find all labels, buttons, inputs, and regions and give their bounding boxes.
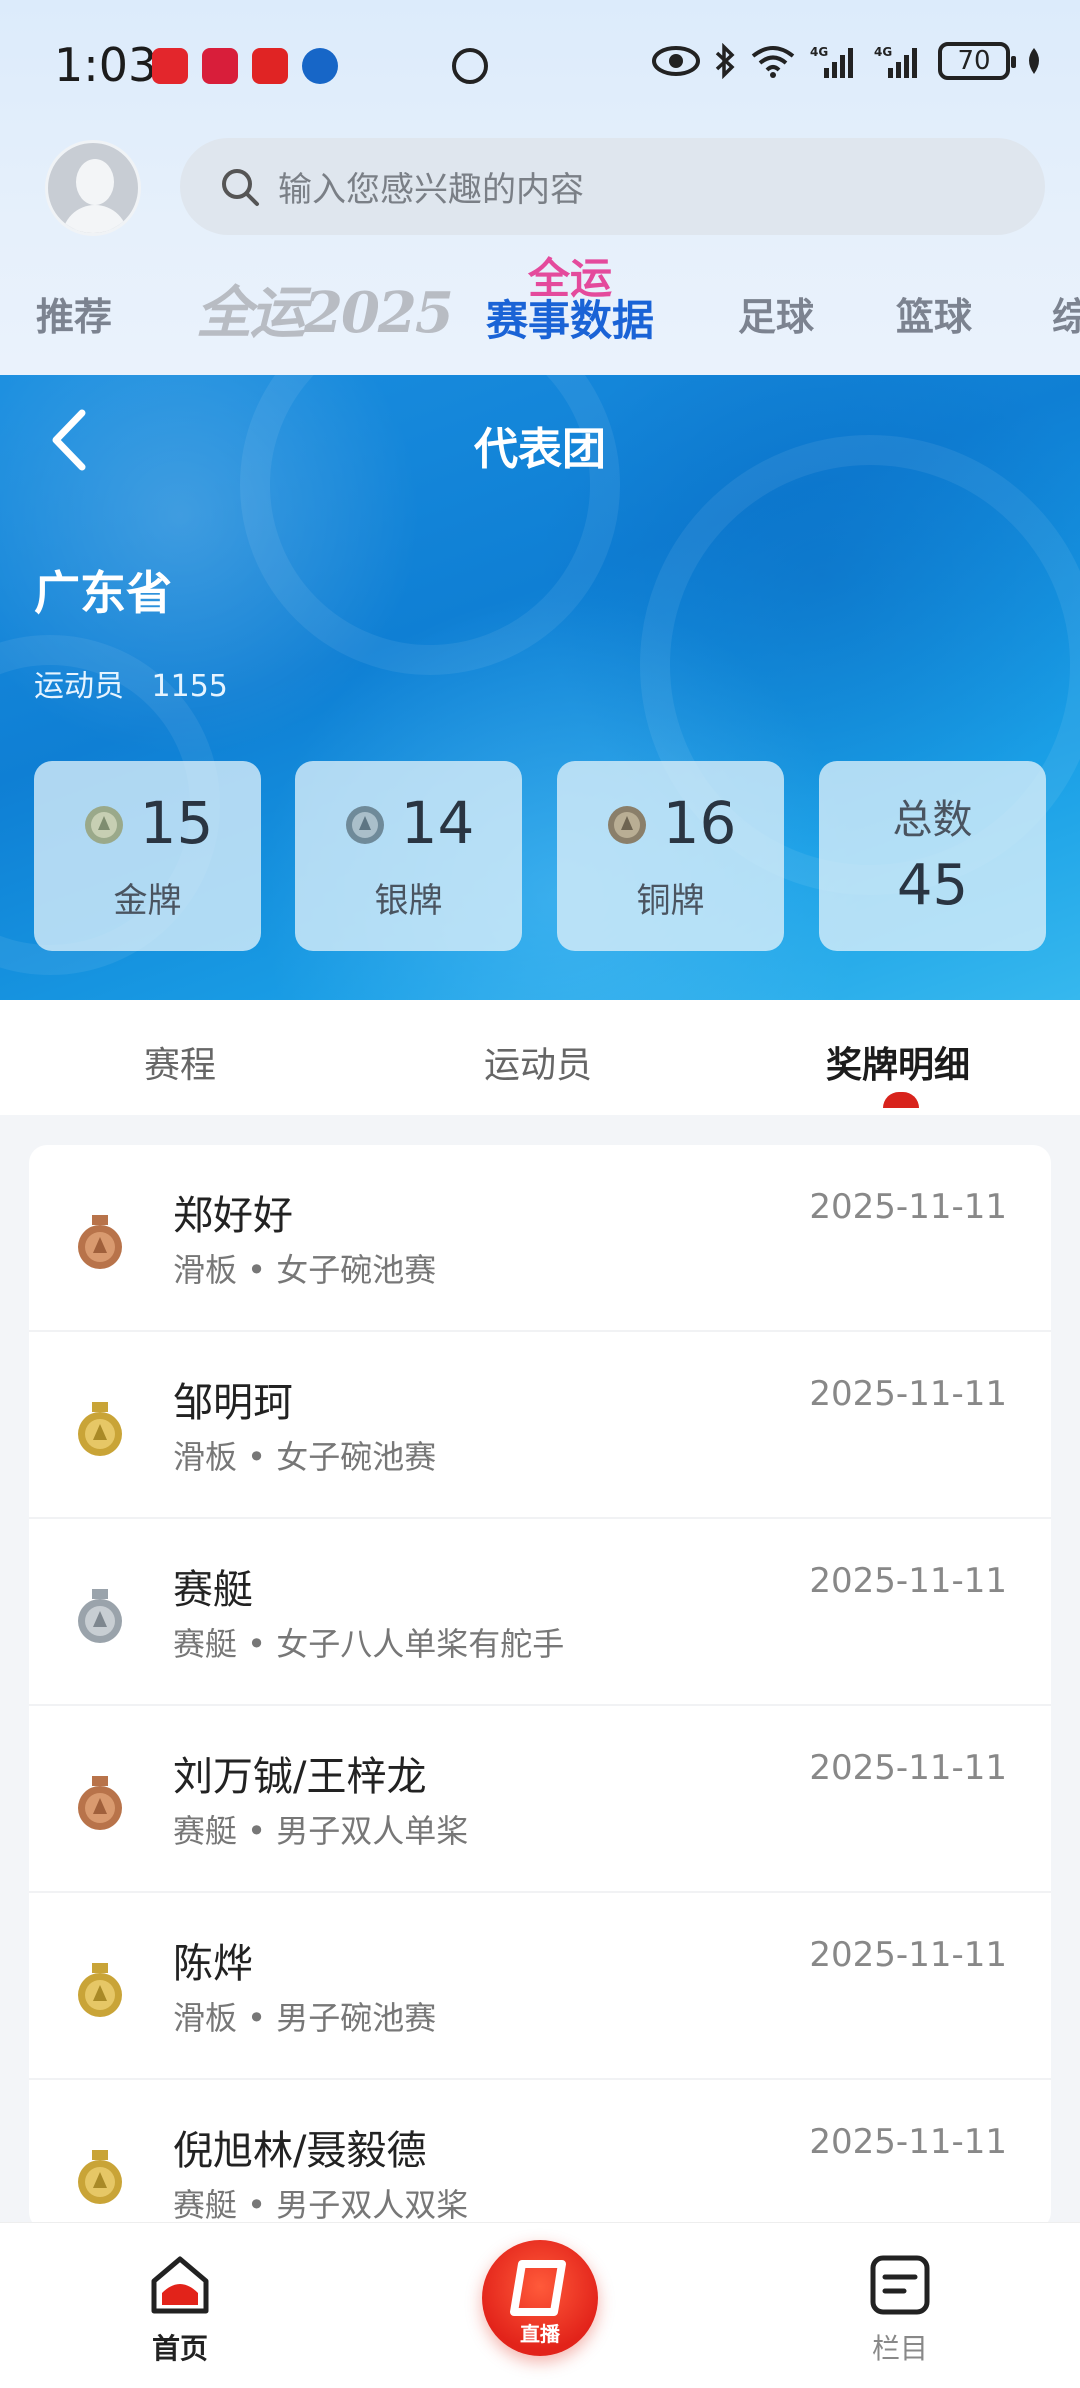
status-bar: 1:03 4G 4G 70	[0, 0, 1080, 130]
status-time: 1:03	[54, 38, 158, 92]
tab-medal-detail[interactable]: 奖牌明细	[826, 1036, 970, 1088]
athlete-name: 倪旭林/聂毅德	[173, 2128, 427, 2174]
signal-4g-icon-2: 4G	[874, 44, 924, 78]
columns-icon	[870, 2255, 930, 2315]
medal-summary: 15 金牌 14 银牌 16 铜牌 总数 45	[34, 761, 1046, 951]
leaf-icon	[1024, 44, 1044, 78]
tab-athletes[interactable]: 运动员	[484, 1036, 592, 1088]
channel-tab-recommend[interactable]: 推荐	[36, 286, 112, 341]
channel-tab-football[interactable]: 足球	[738, 286, 814, 341]
wifi-icon	[750, 44, 796, 78]
sync-icon	[452, 48, 488, 84]
list-item[interactable]: 邹明珂 滑板 • 女子碗池赛 2025-11-11	[29, 1332, 1051, 1519]
list-item[interactable]: 倪旭林/聂毅德 赛艇 • 男子双人双桨 2025-11-11	[29, 2080, 1051, 2230]
athlete-count-value: 1155	[151, 669, 228, 704]
home-icon	[151, 2256, 209, 2314]
notification-icons	[152, 48, 338, 84]
bronze-medal-icon	[78, 1776, 122, 1830]
nav-home-label: 首页	[151, 2332, 208, 2365]
silver-medal-icon	[78, 1589, 122, 1643]
athlete-name: 赛艇	[173, 1567, 253, 1613]
channel-tab-more[interactable]: 综	[1052, 286, 1080, 341]
total-label: 总数	[892, 797, 973, 843]
active-tab-indicator	[883, 1092, 919, 1108]
silver-medal-card[interactable]: 14 银牌	[295, 761, 522, 951]
bronze-label: 铜牌	[636, 881, 705, 921]
system-icons: 4G 4G 70	[652, 42, 1044, 80]
gold-medal-icon	[78, 2150, 122, 2204]
nav-columns-label: 栏目	[871, 2332, 928, 2365]
channel-tab-basketball[interactable]: 篮球	[896, 286, 972, 341]
event-name: 滑板 • 女子碗池赛	[173, 1438, 437, 1476]
event-name: 滑板 • 女子碗池赛	[173, 1251, 437, 1289]
gold-medal-icon	[78, 1402, 122, 1456]
bronze-count: 16	[662, 789, 737, 857]
avatar[interactable]	[45, 140, 141, 236]
shopping-app-icon	[202, 48, 238, 84]
athlete-name: 刘万铖/王梓龙	[173, 1754, 427, 1800]
medal-date: 2025-11-11	[809, 1935, 1007, 1975]
athlete-count-label: 运动员	[34, 669, 124, 704]
gold-medal-icon	[84, 806, 123, 844]
nav-home[interactable]: 首页	[110, 2253, 250, 2367]
bluetooth-icon	[714, 43, 736, 79]
athlete-name: 陈烨	[173, 1941, 253, 1987]
total-medal-card[interactable]: 总数 45	[819, 761, 1046, 951]
athlete-name: 郑好好	[173, 1193, 293, 1239]
event-data-line1: 全运	[527, 254, 612, 303]
gold-label: 金牌	[113, 881, 182, 921]
bronze-medal-icon	[78, 1215, 122, 1269]
athlete-name: 邹明珂	[173, 1380, 293, 1426]
gold-medal-card[interactable]: 15 金牌	[34, 761, 261, 951]
silver-medal-icon	[345, 806, 384, 844]
list-item[interactable]: 刘万铖/王梓龙 赛艇 • 男子双人单桨 2025-11-11	[29, 1706, 1051, 1893]
search-placeholder: 输入您感兴趣的内容	[278, 170, 584, 210]
medal-date: 2025-11-11	[809, 1374, 1007, 1414]
list-item[interactable]: 赛艇 赛艇 • 女子八人单桨有舵手 2025-11-11	[29, 1519, 1051, 1706]
search-icon	[222, 168, 259, 206]
page-title: 代表团	[474, 424, 606, 475]
silver-count: 14	[400, 789, 475, 857]
svg-text:4G: 4G	[874, 45, 892, 59]
total-count: 45	[896, 853, 969, 918]
channel-tab-quanyun2025-logo[interactable]: 全运2025	[196, 268, 454, 349]
checker-app-icon	[252, 48, 288, 84]
event-name: 赛艇 • 男子双人单桨	[173, 1812, 469, 1850]
silver-label: 银牌	[374, 881, 443, 921]
huawei-app-icon	[152, 48, 188, 84]
gold-medal-icon	[78, 1963, 122, 2017]
live-label: 直播	[520, 2322, 560, 2346]
event-data-line2: 赛事数据	[485, 296, 654, 345]
signal-4g-icon: 4G	[810, 44, 860, 78]
medal-date: 2025-11-11	[809, 2122, 1007, 2162]
bronze-medal-icon	[607, 806, 646, 844]
browser-app-icon	[302, 48, 338, 84]
athlete-count: 运动员 1155	[34, 661, 246, 705]
list-item[interactable]: 郑好好 滑板 • 女子碗池赛 2025-11-11	[29, 1145, 1051, 1332]
gold-count: 15	[139, 789, 214, 857]
event-name: 赛艇 • 男子双人双桨	[173, 2186, 469, 2224]
event-name: 滑板 • 男子碗池赛	[173, 1999, 437, 2037]
delegation-banner: 代表团 广东省 运动员 1155 15 金牌 14 银牌 16 铜牌 总数 45	[0, 375, 1080, 1000]
top-header: 1:03 4G 4G 70 输入您感兴趣的内容 推荐 足球 篮球 综 全运202…	[0, 0, 1080, 375]
channel-tab-event-data[interactable]: 全运 赛事数据	[475, 258, 665, 342]
battery-icon: 70	[938, 42, 1016, 80]
search-input[interactable]: 输入您感兴趣的内容	[180, 138, 1045, 235]
medal-date: 2025-11-11	[809, 1748, 1007, 1788]
eye-icon	[652, 44, 700, 78]
live-button[interactable]: 直播	[482, 2240, 598, 2356]
bronze-medal-card[interactable]: 16 铜牌	[557, 761, 784, 951]
team-name: 广东省	[34, 566, 172, 620]
medal-date: 2025-11-11	[809, 1561, 1007, 1601]
list-item[interactable]: 陈烨 滑板 • 男子碗池赛 2025-11-11	[29, 1893, 1051, 2080]
medal-list: 郑好好 滑板 • 女子碗池赛 2025-11-11 邹明珂 滑板 • 女子碗池赛…	[29, 1145, 1051, 2230]
medal-date: 2025-11-11	[809, 1187, 1007, 1227]
nav-columns[interactable]: 栏目	[830, 2253, 970, 2367]
sub-tabs: 赛程 运动员 奖牌明细	[0, 1000, 1080, 1115]
event-name: 赛艇 • 女子八人单桨有舵手	[173, 1625, 565, 1663]
svg-text:4G: 4G	[810, 45, 828, 59]
tab-schedule[interactable]: 赛程	[144, 1036, 216, 1088]
